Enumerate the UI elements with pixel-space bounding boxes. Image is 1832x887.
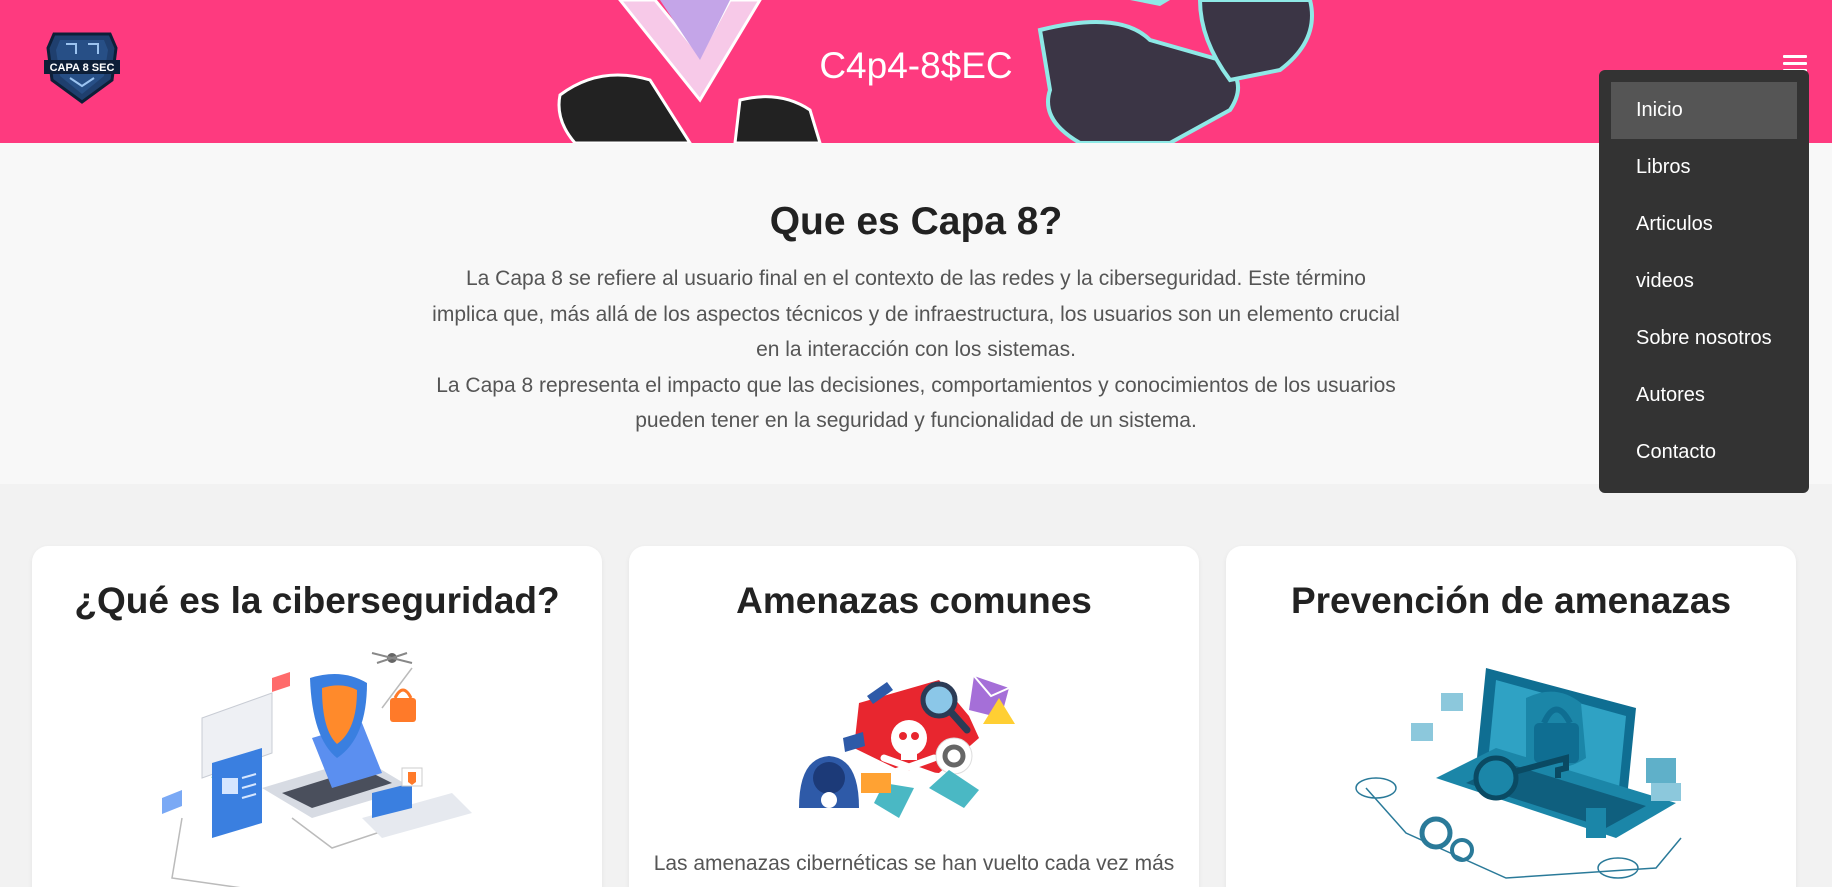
card-title: ¿Qué es la ciberseguridad? <box>74 580 560 621</box>
menu-item-contacto[interactable]: Contacto <box>1611 424 1797 481</box>
menu-item-articulos[interactable]: Articulos <box>1611 196 1797 253</box>
site-title: C4p4-8$EC <box>819 45 1013 86</box>
card-amenazas[interactable]: Amenazas comunes Las amenazas cibernétic… <box>629 546 1199 887</box>
card-title: Prevención de amenazas <box>1290 580 1732 621</box>
menu-item-autores[interactable]: Autores <box>1611 367 1797 424</box>
card-ciberseguridad[interactable]: ¿Qué es la ciberseguridad? <box>32 546 602 887</box>
menu-item-libros[interactable]: Libros <box>1611 139 1797 196</box>
intro-paragraph-1: La Capa 8 se refiere al usuario final en… <box>432 267 1400 361</box>
laptop-lock-illustration <box>1355 668 1682 879</box>
card-prevencion[interactable]: Prevención de amenazas <box>1226 546 1796 887</box>
threats-skull-illustration <box>799 675 1015 818</box>
cybersecurity-network-illustration <box>162 652 472 887</box>
menu-item-videos[interactable]: videos <box>1611 253 1797 310</box>
intro-paragraph-2: La Capa 8 representa el impacto que las … <box>436 373 1396 433</box>
intro-section: Que es Capa 8? La Capa 8 se refiere al u… <box>0 143 1832 484</box>
menu-item-inicio[interactable]: Inicio <box>1611 82 1797 139</box>
intro-text: La Capa 8 se refiere al usuario final en… <box>431 261 1401 439</box>
intro-heading: Que es Capa 8? <box>769 200 1063 243</box>
card-title: Amenazas comunes <box>736 580 1092 621</box>
card-text: Las amenazas cibernéticas se han vuelto … <box>653 852 1175 875</box>
site-header: CAPA 8 SEC C4p4-8$EC <box>0 0 1832 143</box>
menu-item-sobre-nosotros[interactable]: Sobre nosotros <box>1611 310 1797 367</box>
nav-dropdown-menu: Inicio Libros Articulos videos Sobre nos… <box>1599 70 1809 493</box>
